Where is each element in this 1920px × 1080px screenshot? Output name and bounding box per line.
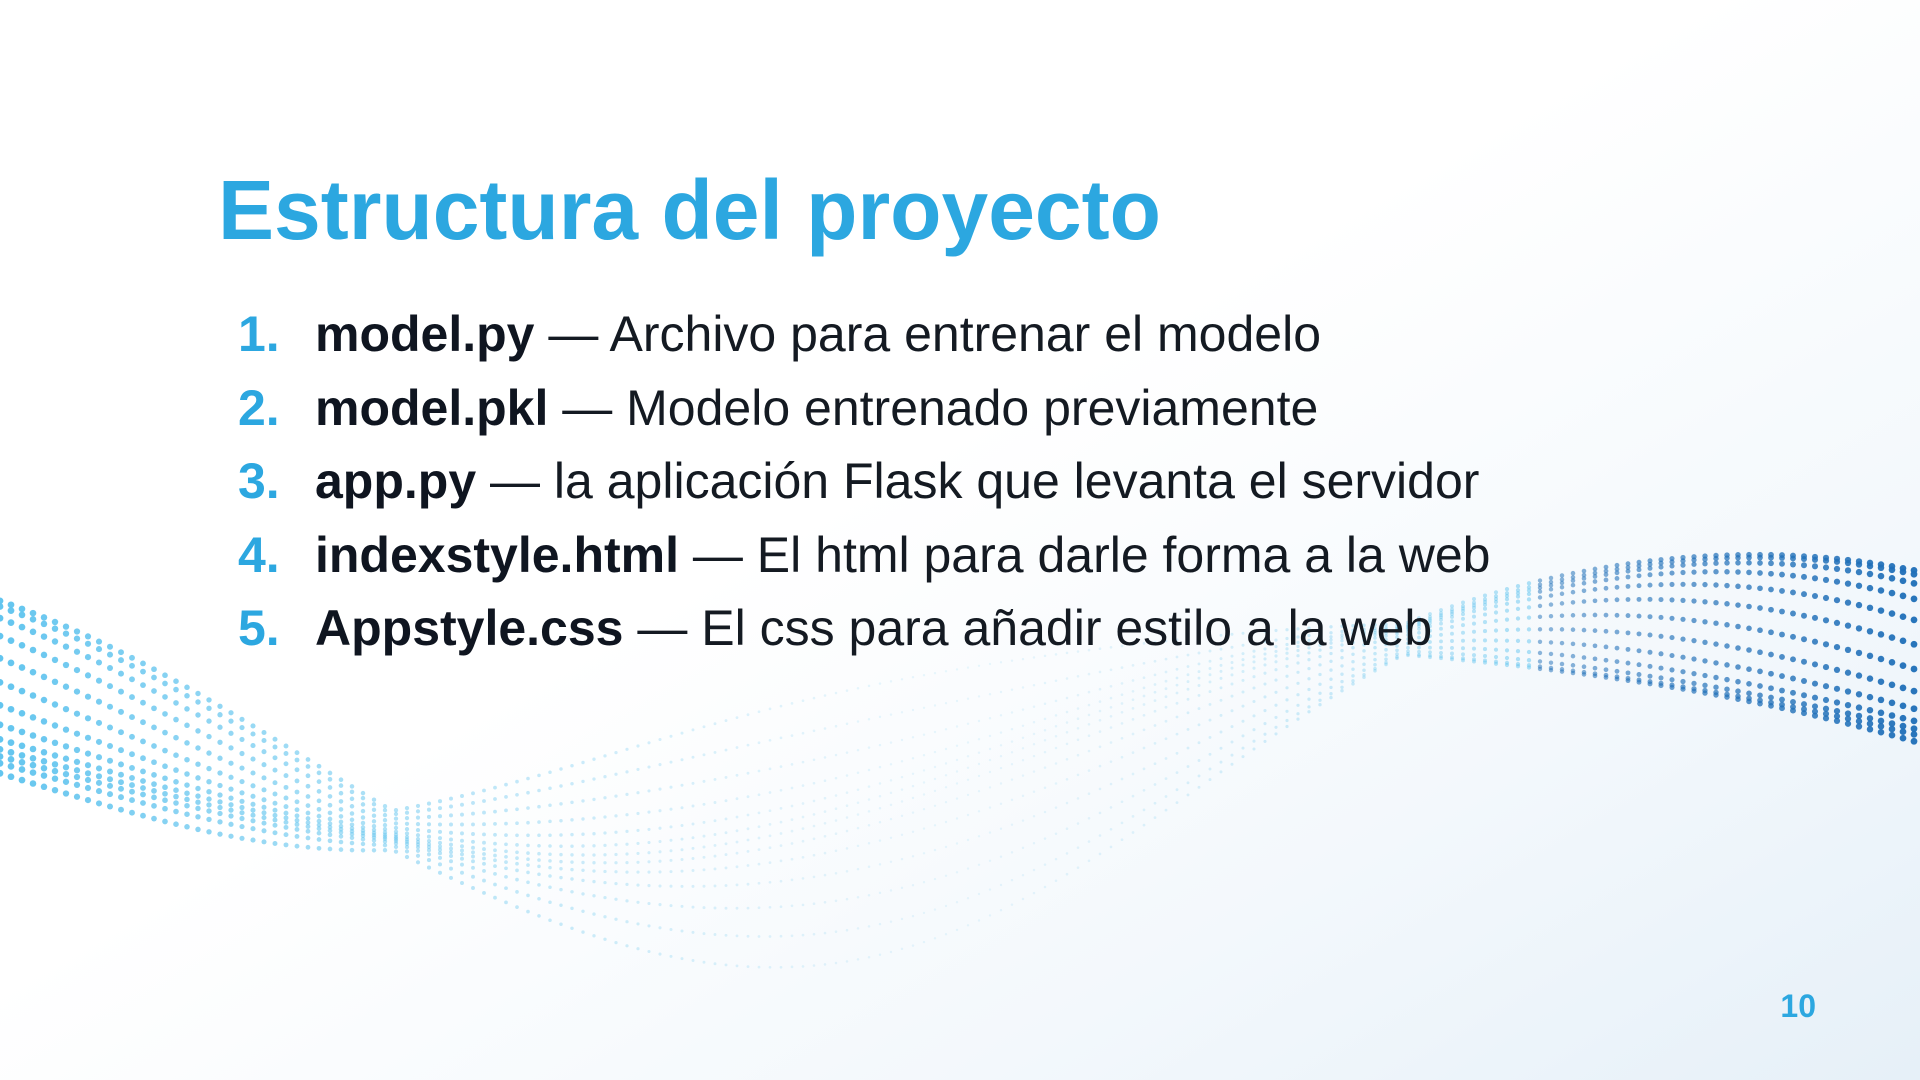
file-description: — Modelo entrenado previamente [548, 379, 1319, 436]
list-number: 2. [238, 379, 280, 436]
page-number: 10 [1780, 988, 1816, 1024]
file-description: — la aplicación Flask que levanta el ser… [476, 453, 1480, 510]
list-item-model-pkl: 2. model.pkl — Modelo entrenado previame… [238, 372, 1598, 446]
list-item-indexstyle-html: 4. indexstyle.html — El html para darle … [238, 519, 1598, 593]
list-item-model-py: 1. model.py — Archivo para entrenar el m… [238, 298, 1598, 372]
file-name: model.py [315, 306, 535, 362]
list-item-app-py: 3. app.py — la aplicación Flask que leva… [238, 445, 1598, 519]
file-name: indexstyle.html [315, 526, 679, 583]
list-number: 5. [238, 600, 280, 657]
file-description: — Archivo para entrenar el modelo [534, 306, 1322, 362]
file-list: 1. model.py — Archivo para entrenar el m… [238, 298, 1598, 666]
list-number: 3. [238, 453, 280, 510]
slide-title: Estructura del proyecto [218, 163, 1161, 257]
file-description: — El html para darle forma a la web [679, 526, 1491, 583]
file-description: — El css para añadir estilo a la web [623, 600, 1433, 657]
list-item-appstyle-css: 5. Appstyle.css — El css para añadir est… [238, 592, 1598, 666]
file-name: Appstyle.css [315, 600, 624, 657]
slide: Estructura del proyecto 1. model.py — Ar… [0, 0, 1920, 1080]
list-number: 1. [238, 306, 280, 362]
list-number: 4. [238, 526, 280, 583]
file-name: app.py [315, 453, 477, 510]
file-name: model.pkl [315, 379, 549, 436]
